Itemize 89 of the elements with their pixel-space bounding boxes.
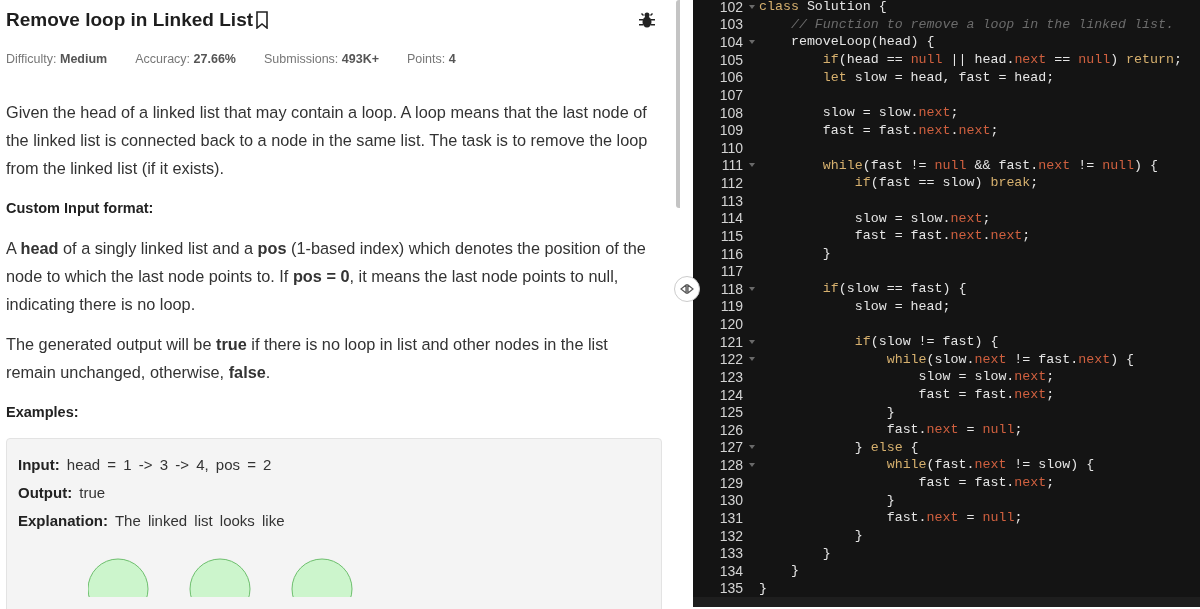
code-line: fast = fast.next.next;	[821, 123, 999, 137]
code-line: removeLoop(head) {	[789, 35, 935, 49]
line-number: 102	[719, 0, 743, 14]
line-number: 110	[720, 140, 743, 155]
line-number: 127	[719, 440, 743, 455]
line-number: 134	[719, 563, 743, 578]
fold-caret-icon[interactable]	[749, 463, 755, 468]
line-number: 129	[719, 475, 743, 490]
fold-caret-icon[interactable]	[749, 339, 755, 344]
code-line: if(slow == fast) {	[821, 282, 967, 296]
line-number: 103	[719, 17, 743, 32]
example-line: Output: true	[18, 483, 107, 504]
line-number: 114	[720, 211, 743, 226]
line-number: 133	[719, 546, 743, 561]
meta-item: Points: 4	[407, 50, 456, 68]
fold-caret-icon[interactable]	[749, 445, 755, 450]
code-line: } else {	[853, 440, 919, 455]
line-number: 112	[720, 176, 743, 191]
meta-item: Submissions: 493K+	[264, 50, 379, 68]
code-line: let slow = head, fast = head;	[821, 70, 1055, 84]
fold-caret-icon[interactable]	[749, 40, 755, 45]
line-number: 124	[719, 387, 743, 402]
code-line: class Solution {	[759, 0, 887, 14]
bug-icon[interactable]	[638, 11, 656, 30]
code-line: }	[759, 581, 767, 596]
code-line: fast = fast.next.next;	[853, 229, 1031, 243]
line-number: 120	[719, 317, 743, 332]
example-line: Explanation: The linked list looks like	[18, 511, 286, 532]
meta-item: Difficulty: Medium	[6, 50, 108, 68]
code-line: while(slow.next != fast.next) {	[885, 352, 1135, 366]
splitter-handle[interactable]	[674, 276, 700, 302]
line-number: 113	[720, 193, 743, 208]
code-line: while(fast.next != slow) {	[885, 458, 1095, 472]
fold-caret-icon[interactable]	[749, 163, 755, 168]
code-line: slow = slow.next;	[917, 370, 1055, 384]
fold-caret-icon[interactable]	[749, 357, 755, 362]
code-line: fast.next = null;	[885, 423, 1023, 437]
line-number: 125	[719, 405, 743, 420]
line-number: 116	[720, 246, 743, 261]
code-line: if(slow != fast) {	[853, 335, 999, 349]
line-number: 135	[719, 581, 743, 596]
fold-caret-icon[interactable]	[749, 286, 755, 291]
line-number: 106	[719, 70, 743, 85]
line-number: 111	[721, 158, 743, 173]
line-number: 128	[719, 458, 743, 473]
code-line: }	[821, 546, 831, 560]
description-paragraph: A head of a singly linked list and a pos (1-based index) which denotes the position of the node to which the last node points to. If pos = 0, it means the last node points to null, indicating there is no loop.	[6, 238, 647, 316]
code-line: fast.next = null;	[885, 511, 1023, 525]
code-line: if(head == null || head.next == null) return;	[821, 53, 1182, 67]
line-number: 117	[720, 264, 743, 279]
line-number: 105	[719, 52, 743, 67]
code-line: }	[821, 246, 831, 261]
code-line: if(fast == slow) break;	[853, 176, 1039, 190]
line-number: 119	[720, 299, 743, 314]
code-editor[interactable]	[693, 0, 1200, 607]
line-number: 109	[719, 123, 743, 138]
bookmark-icon[interactable]	[255, 11, 270, 30]
code-line: fast = fast.next;	[917, 476, 1055, 490]
line-number: 126	[719, 422, 743, 437]
line-number: 104	[719, 35, 743, 50]
example-line: Input: head = 1 -> 3 -> 4, pos = 2	[18, 455, 273, 476]
code-line: fast = fast.next;	[917, 387, 1055, 402]
line-number: 132	[719, 528, 743, 543]
line-number: 130	[719, 493, 743, 508]
line-number: 131	[719, 510, 743, 525]
code-line: slow = head;	[853, 299, 951, 314]
meta-item: Accuracy: 27.66%	[135, 50, 236, 68]
code-line: // Function to remove a loop in the linked list.	[789, 17, 1174, 32]
description-paragraph: Given the head of a linked list that may contain a loop. A loop means that the last node of the linked list is connected back to a node in the same list. The task is to remove the loop from the linked list (if it exists).	[6, 102, 649, 180]
line-number: 118	[720, 281, 743, 296]
line-number: 123	[719, 369, 743, 384]
code-line: slow = slow.next;	[853, 211, 991, 225]
code-line: slow = slow.next;	[821, 105, 959, 120]
fold-caret-icon[interactable]	[749, 4, 755, 9]
resize-icon	[680, 284, 694, 294]
code-line: }	[789, 564, 799, 578]
code-line: }	[853, 528, 863, 543]
line-number: 121	[719, 334, 743, 349]
code-line: }	[885, 493, 895, 507]
description-paragraph: The generated output will be true if there is no loop in list and other nodes in the list remain unchanged, otherwise, false.	[6, 334, 609, 384]
section-heading: Examples:	[6, 403, 80, 423]
line-number: 122	[719, 352, 743, 367]
line-number: 115	[720, 228, 743, 243]
code-line: }	[885, 405, 895, 419]
line-number: 107	[719, 87, 743, 102]
problem-title: Remove loop in Linked List	[6, 8, 254, 32]
line-number: 108	[719, 105, 743, 120]
code-line: while(fast != null && fast.next != null) {	[821, 158, 1159, 173]
section-heading: Custom Input format:	[6, 199, 155, 219]
